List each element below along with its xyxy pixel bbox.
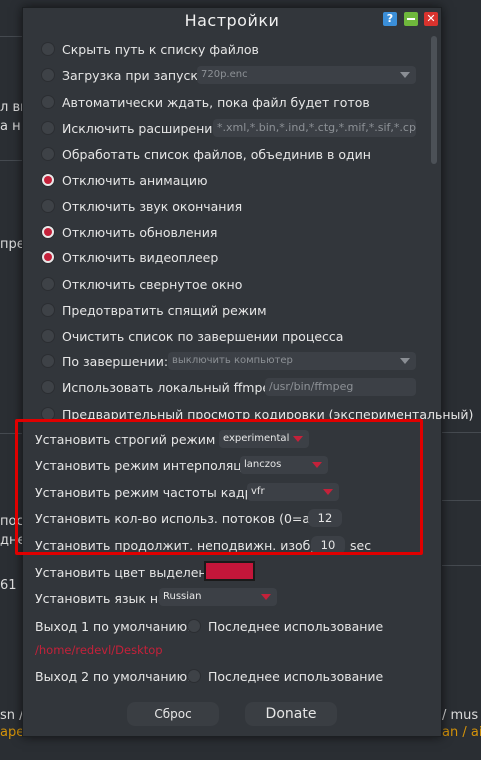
donate-button[interactable]: Donate: [245, 702, 337, 726]
radio-button[interactable]: [41, 277, 55, 291]
highlight-color-swatch[interactable]: [204, 561, 255, 581]
highlight-box: [15, 419, 423, 555]
bg-link[interactable]: an / ai: [442, 725, 481, 740]
option-label: Отключить обновления: [62, 225, 217, 240]
divider: [442, 500, 481, 501]
bg-text: 61: [0, 578, 17, 593]
option-prevent-sleep[interactable]: Предотвратить спящий режим: [41, 300, 267, 320]
output1-label: Выход 1 по умолчанию:: [35, 619, 191, 634]
radio-button[interactable]: [41, 380, 55, 394]
radio-button[interactable]: [187, 669, 201, 683]
radio-button[interactable]: [41, 42, 55, 56]
chevron-down-icon: [400, 358, 410, 364]
radio-button[interactable]: [41, 68, 55, 82]
option-label: Автоматически ждать, пока файл будет гот…: [62, 95, 370, 110]
output1-last-used-option[interactable]: Последнее использование: [187, 616, 383, 636]
close-button[interactable]: ✕: [424, 12, 438, 26]
minimize-button[interactable]: [404, 12, 418, 26]
ffmpeg-path-input[interactable]: /usr/bin/ffmpeg: [265, 378, 416, 396]
radio-button[interactable]: [41, 303, 55, 317]
option-exclude-extensions[interactable]: Исключить расширения:: [41, 118, 224, 138]
radio-button[interactable]: [41, 95, 55, 109]
option-label: Скрыть путь к списку файлов: [62, 42, 259, 57]
option-auto-wait[interactable]: Автоматически ждать, пока файл будет гот…: [41, 92, 370, 112]
reset-button[interactable]: Сброс: [127, 702, 219, 726]
option-label: Последнее использование: [208, 669, 383, 684]
startup-preset-value: 720p.enc: [201, 69, 248, 80]
divider: [442, 565, 481, 566]
language-select[interactable]: Russian: [159, 588, 277, 606]
option-label: Обработать список файлов, объединив в од…: [62, 147, 371, 162]
option-label: Отключить анимацию: [62, 173, 208, 188]
option-clear-list-on-finish[interactable]: Очистить список по завершении процесса: [41, 326, 343, 346]
option-disable-updates[interactable]: Отключить обновления: [41, 222, 217, 242]
divider: [0, 160, 22, 161]
divider: [0, 36, 22, 37]
help-button[interactable]: ?: [383, 12, 397, 26]
option-label: Последнее использование: [208, 619, 383, 634]
chevron-down-icon: [400, 72, 410, 78]
option-disable-video-player[interactable]: Отключить видеоплеер: [41, 247, 218, 267]
dialog-title: Настройки: [23, 11, 441, 30]
option-label: Отключить свернутое окно: [62, 277, 242, 292]
option-label: Загрузка при запуске:: [62, 68, 210, 83]
radio-button[interactable]: [41, 354, 55, 368]
radio-button[interactable]: [41, 199, 55, 213]
language-label: Установить язык на:: [35, 591, 170, 606]
option-hide-file-path[interactable]: Скрыть путь к списку файлов: [41, 39, 259, 59]
option-label: По завершении:: [62, 354, 168, 369]
option-on-finish[interactable]: По завершении:: [41, 351, 168, 371]
title-bar[interactable]: Настройки ? ✕: [23, 8, 441, 34]
option-local-ffmpeg[interactable]: Использовать локальный ffmpeg:: [41, 377, 282, 397]
radio-button-checked[interactable]: [41, 250, 55, 264]
option-label: Исключить расширения:: [62, 121, 224, 136]
radio-button[interactable]: [41, 147, 55, 161]
bg-link[interactable]: / mus: [442, 708, 478, 723]
option-label: Использовать локальный ffmpeg:: [62, 380, 282, 395]
option-load-on-start[interactable]: Загрузка при запуске:: [41, 65, 210, 85]
chevron-down-icon: [261, 594, 271, 600]
radio-button[interactable]: [41, 121, 55, 135]
scrollbar-thumb[interactable]: [431, 36, 437, 164]
settings-dialog: Настройки ? ✕ Скрыть путь к списку файло…: [22, 7, 442, 737]
radio-button-checked[interactable]: [41, 225, 55, 239]
highlight-color-label: Установить цвет выделения:: [35, 565, 226, 580]
option-disable-animation[interactable]: Отключить анимацию: [41, 170, 208, 190]
bg-link[interactable]: ape: [0, 725, 24, 740]
output1-path[interactable]: /home/redevl/Desktop: [35, 643, 163, 657]
divider: [442, 432, 481, 433]
radio-button[interactable]: [187, 619, 201, 633]
exclude-extensions-input[interactable]: *.xml,*.bin,*.ind,*.ctg,*.mif,*.sif,*.cp: [213, 119, 416, 137]
on-finish-value: выключить компьютер: [172, 355, 293, 366]
output2-label: Выход 2 по умолчанию:: [35, 669, 191, 684]
option-merge-file-list[interactable]: Обработать список файлов, объединив в од…: [41, 144, 371, 164]
on-finish-select[interactable]: выключить компьютер: [168, 352, 416, 370]
option-disable-minimized-window[interactable]: Отключить свернутое окно: [41, 274, 242, 294]
radio-button-checked[interactable]: [41, 173, 55, 187]
language-value: Russian: [163, 591, 202, 602]
startup-preset-select[interactable]: 720p.enc: [197, 66, 416, 84]
radio-button[interactable]: [41, 329, 55, 343]
option-label: Отключить видеоплеер: [62, 250, 218, 265]
bg-text: а н: [0, 119, 21, 134]
output2-last-used-option[interactable]: Последнее использование: [187, 666, 383, 686]
option-label: Отключить звук окончания: [62, 199, 242, 214]
option-disable-finish-sound[interactable]: Отключить звук окончания: [41, 196, 242, 216]
option-label: Предотвратить спящий режим: [62, 303, 267, 318]
option-label: Очистить список по завершении процесса: [62, 329, 343, 344]
bg-link[interactable]: sn /: [0, 708, 24, 723]
